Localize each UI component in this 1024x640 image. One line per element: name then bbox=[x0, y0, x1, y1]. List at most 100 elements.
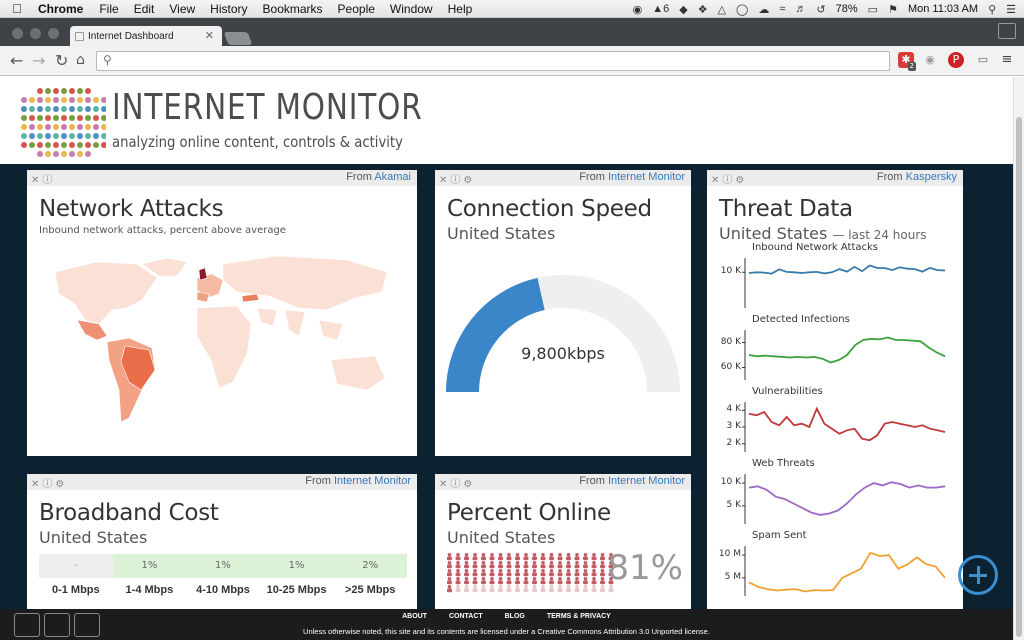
footer-link-terms[interactable]: TERMS & PRIVACY bbox=[547, 613, 611, 620]
widget-controls[interactable]: ✕ⓘ⚙ bbox=[439, 475, 475, 490]
logo-dot bbox=[37, 124, 43, 130]
source-link[interactable]: Internet Monitor bbox=[608, 475, 685, 487]
add-widget-button[interactable] bbox=[958, 555, 998, 595]
new-tab-button[interactable] bbox=[223, 32, 253, 45]
menu-file[interactable]: File bbox=[99, 2, 118, 16]
person-icon bbox=[583, 577, 588, 585]
menu-help[interactable]: Help bbox=[448, 2, 473, 16]
minimize-window-button[interactable] bbox=[30, 28, 41, 39]
page-scrollbar[interactable] bbox=[1013, 77, 1024, 640]
browser-toolbar: ← → ↻ ⌂ ⚲ ✱ 2 ◉ P ▭ ≡ bbox=[0, 46, 1024, 76]
apple-icon[interactable]:  bbox=[0, 1, 34, 16]
australia-shape[interactable] bbox=[330, 355, 386, 391]
logo-dot bbox=[53, 97, 59, 103]
menu-view[interactable]: View bbox=[169, 2, 195, 16]
world-map[interactable] bbox=[27, 242, 417, 452]
source-link[interactable]: Internet Monitor bbox=[334, 475, 411, 487]
uk-shape[interactable] bbox=[198, 267, 208, 281]
india-shape[interactable] bbox=[284, 309, 306, 337]
spotlight-icon[interactable]: ⚲ bbox=[988, 3, 996, 16]
logo-dot bbox=[77, 97, 83, 103]
menu-chrome[interactable]: Chrome bbox=[38, 2, 83, 16]
forward-arrow-icon[interactable]: → bbox=[32, 51, 45, 70]
back-arrow-icon[interactable]: ← bbox=[10, 51, 23, 70]
cloud-icon[interactable]: ☁ bbox=[758, 3, 769, 16]
widget-controls[interactable]: ✕ⓘ⚙ bbox=[711, 171, 747, 186]
clock[interactable]: Mon 11:03 AM bbox=[908, 3, 978, 15]
logo-dot bbox=[101, 142, 106, 148]
pinterest-icon[interactable]: P bbox=[948, 52, 964, 68]
home-icon[interactable]: ⌂ bbox=[76, 52, 85, 68]
arabia-shape[interactable] bbox=[256, 307, 278, 327]
widget-toolbar: ✕ⓘ⚙ From Internet Monitor bbox=[435, 170, 691, 186]
threat-line-chart[interactable] bbox=[707, 326, 963, 386]
wifi-icon[interactable]: ≈ bbox=[779, 3, 785, 15]
footer-link-about[interactable]: ABOUT bbox=[402, 613, 427, 620]
logo-dot bbox=[69, 151, 75, 157]
reload-icon[interactable]: ↻ bbox=[55, 51, 68, 70]
source-link[interactable]: Akamai bbox=[374, 171, 411, 183]
address-bar[interactable]: ⚲ bbox=[96, 51, 890, 71]
close-window-button[interactable] bbox=[12, 28, 23, 39]
threat-line-chart[interactable] bbox=[707, 542, 963, 602]
north-america-shape[interactable] bbox=[54, 261, 158, 325]
tier-label: 10-25 Mbps bbox=[266, 584, 327, 596]
turkey-shape[interactable] bbox=[241, 293, 260, 303]
y-tick-label: 3 K bbox=[726, 421, 742, 431]
drive-icon[interactable]: △ bbox=[718, 3, 726, 16]
africa-shape[interactable] bbox=[196, 305, 252, 389]
mexico-shape[interactable] bbox=[76, 319, 108, 341]
menu-icon[interactable]: ≡ bbox=[999, 52, 1015, 68]
zoom-window-button[interactable] bbox=[48, 28, 59, 39]
ghost-extension-icon[interactable]: ◉ bbox=[922, 52, 938, 68]
scrollbar-thumb[interactable] bbox=[1016, 117, 1022, 637]
footer-link-contact[interactable]: CONTACT bbox=[449, 613, 483, 620]
cc-icon[interactable]: ◯ bbox=[736, 3, 748, 16]
threat-line-chart[interactable] bbox=[707, 254, 963, 314]
evernote-icon[interactable]: ◆ bbox=[679, 3, 687, 16]
threat-line-chart[interactable] bbox=[707, 470, 963, 530]
menu-bookmarks[interactable]: Bookmarks bbox=[263, 2, 323, 16]
profile-button[interactable] bbox=[998, 23, 1016, 39]
southeast-asia-shape[interactable] bbox=[318, 319, 344, 341]
menu-people[interactable]: People bbox=[338, 2, 375, 16]
tab-internet-dashboard[interactable]: Internet Dashboard ✕ bbox=[70, 26, 222, 46]
chat-icon[interactable]: ◉ bbox=[633, 3, 643, 16]
widget-controls[interactable]: ✕ⓘ⚙ bbox=[31, 475, 67, 490]
logo-dot bbox=[53, 142, 59, 148]
person-icon bbox=[583, 569, 588, 577]
threat-chart-title: Web Threats bbox=[752, 458, 815, 469]
time-machine-icon[interactable]: ↺ bbox=[816, 3, 825, 16]
person-icon bbox=[549, 561, 554, 569]
source-link[interactable]: Internet Monitor bbox=[608, 171, 685, 183]
footer-link-blog[interactable]: BLOG bbox=[505, 613, 525, 620]
person-icon bbox=[523, 561, 529, 569]
widget-title: Broadband Cost bbox=[39, 500, 219, 526]
volume-icon[interactable]: ♬ bbox=[795, 3, 806, 15]
widget-controls[interactable]: ✕ⓘ⚙ bbox=[439, 171, 475, 186]
source-link[interactable]: Kaspersky bbox=[906, 171, 957, 183]
menu-edit[interactable]: Edit bbox=[134, 2, 155, 16]
spain-shape[interactable] bbox=[196, 291, 210, 303]
close-tab-icon[interactable]: ✕ bbox=[205, 29, 214, 42]
asia-shape[interactable] bbox=[222, 255, 388, 311]
threat-line-chart[interactable] bbox=[707, 398, 963, 458]
menu-window[interactable]: Window bbox=[390, 2, 433, 16]
flag-icon[interactable]: ⚑ bbox=[888, 3, 898, 16]
notification-center-icon[interactable]: ☰ bbox=[1006, 3, 1016, 16]
person-icon bbox=[498, 585, 503, 593]
extension-icon[interactable]: ✱ 2 bbox=[898, 52, 916, 71]
menu-history[interactable]: History bbox=[210, 2, 247, 16]
series-line bbox=[748, 336, 946, 364]
logo-dot bbox=[69, 115, 75, 121]
logo-dot bbox=[45, 88, 51, 94]
battery-icon[interactable]: ▭ bbox=[868, 3, 878, 16]
internet-monitor-logo[interactable] bbox=[20, 87, 106, 159]
logo-dot bbox=[85, 151, 91, 157]
person-icon bbox=[540, 569, 546, 577]
cast-icon[interactable]: ▭ bbox=[975, 52, 991, 68]
site-title[interactable]: INTERNET MONITOR bbox=[112, 87, 423, 128]
adobe-icon[interactable]: ▲6 bbox=[652, 3, 669, 15]
widget-controls[interactable]: ✕ⓘ bbox=[31, 171, 55, 186]
dropbox-icon[interactable]: ❖ bbox=[698, 3, 708, 16]
